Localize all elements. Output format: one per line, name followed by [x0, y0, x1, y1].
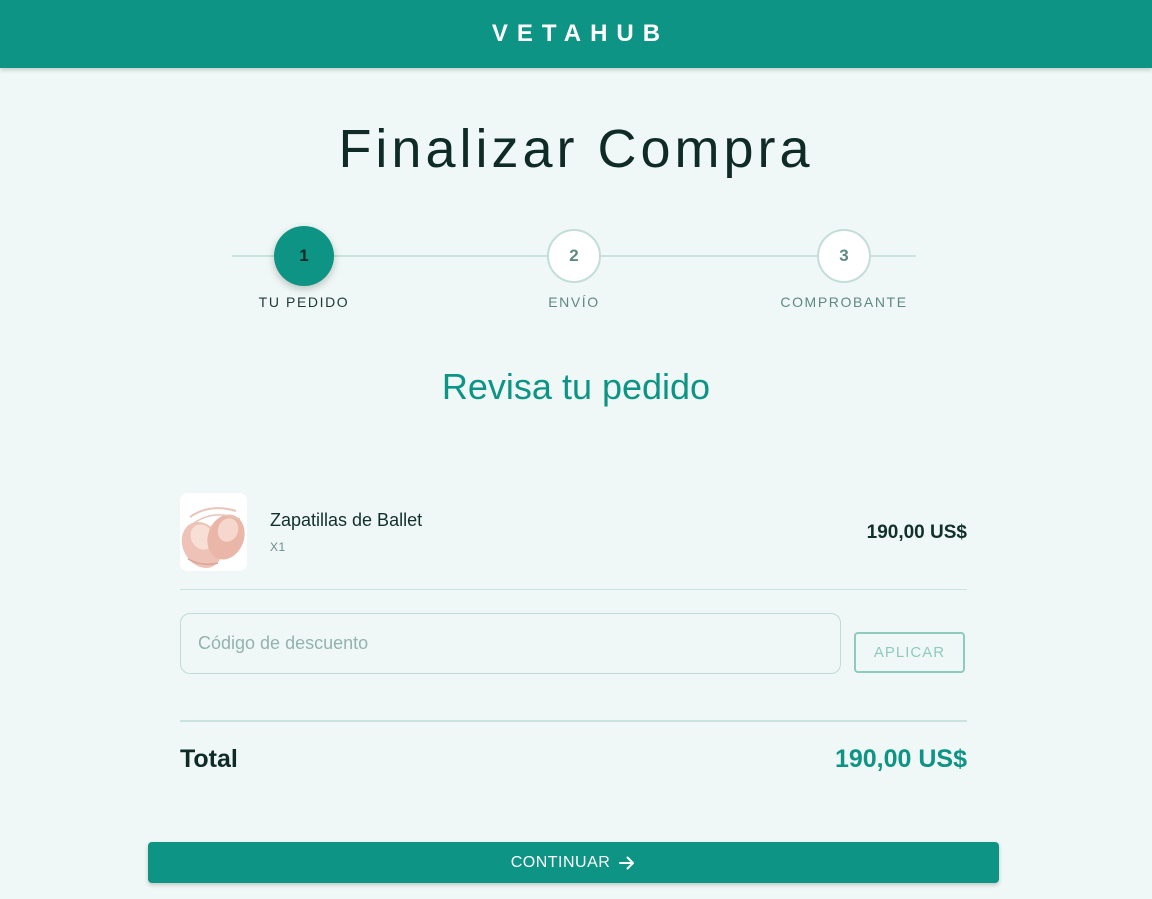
step-number: 3	[817, 229, 871, 283]
continue-label: CONTINUAR	[510, 853, 611, 871]
section-title: Revisa tu pedido	[441, 366, 711, 407]
divider	[180, 589, 967, 590]
step-number: 1	[274, 226, 334, 286]
brand-logo[interactable]: VETAHUB	[483, 20, 669, 48]
divider	[180, 720, 967, 722]
item-price: 190,00 US$	[866, 522, 967, 543]
total-value: 190,00 US$	[834, 745, 967, 773]
page-title: Finalizar Compra	[338, 119, 814, 179]
total-label: Total	[180, 745, 238, 773]
step-label: COMPROBANTE	[780, 294, 908, 310]
step-label: TU PEDIDO	[258, 294, 350, 310]
apply-discount-button[interactable]: APLICAR	[854, 632, 965, 673]
step-envio[interactable]: 2 ENVÍO	[504, 229, 644, 310]
order-item: Zapatillas de Ballet X1 190,00 US$	[180, 493, 967, 573]
ballet-shoes-image	[180, 493, 247, 571]
step-tu-pedido[interactable]: 1 TU PEDIDO	[234, 226, 374, 310]
step-comprobante[interactable]: 3 COMPROBANTE	[774, 229, 914, 310]
discount-code-input[interactable]	[180, 613, 841, 674]
continue-button[interactable]: CONTINUAR	[148, 842, 999, 883]
step-label: ENVÍO	[548, 294, 600, 310]
item-quantity: X1	[270, 540, 286, 554]
step-number: 2	[547, 229, 601, 283]
item-name[interactable]: Zapatillas de Ballet	[270, 510, 422, 531]
arrow-right-icon	[618, 854, 636, 872]
top-bar: VETAHUB	[0, 0, 1152, 68]
